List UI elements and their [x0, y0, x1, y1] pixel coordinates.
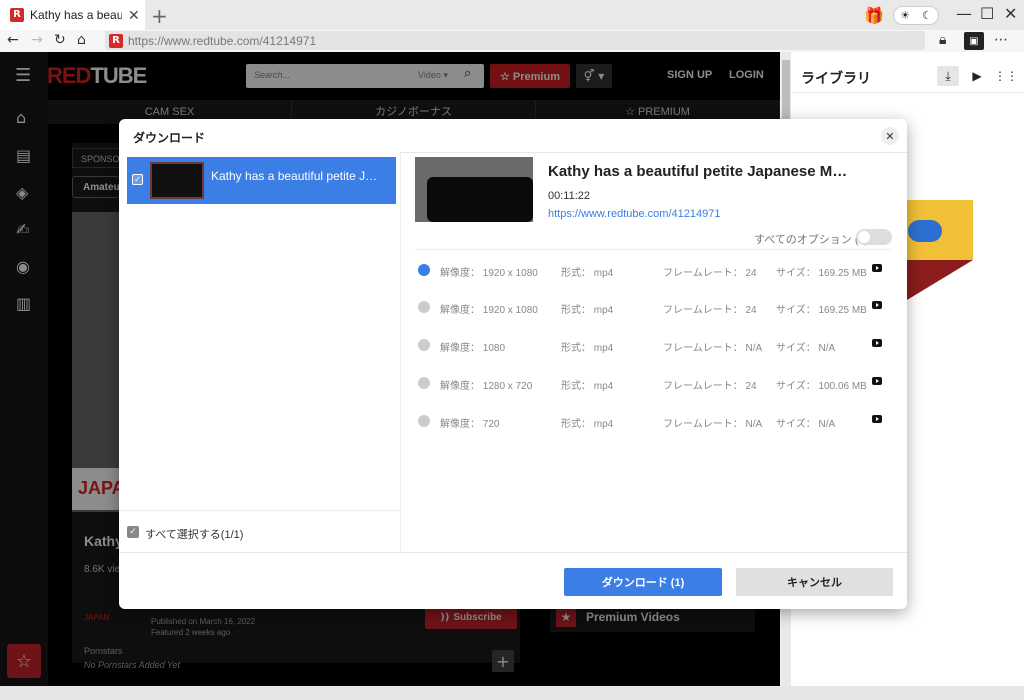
option-resolution: 解像度： 1920 x 1080 [440, 305, 538, 316]
library-title: ライブラリ [801, 70, 871, 86]
dialog-close-button[interactable]: ✕ [881, 127, 899, 145]
all-options-label: すべてのオプション (9) [754, 234, 869, 246]
browser-tab[interactable]: R Kathy has a beau ✕ [0, 0, 145, 30]
home-icon[interactable]: ⌂ [77, 32, 86, 48]
option-radio[interactable] [418, 377, 430, 389]
empty-library-illustration-accent [908, 220, 942, 242]
option-radio[interactable] [418, 301, 430, 313]
option-format: 形式： mp4 [561, 381, 614, 392]
option-radio[interactable] [418, 264, 430, 276]
option-resolution: 解像度： 720 [440, 419, 500, 430]
option-size: サイズ： 169.25 MB [776, 305, 867, 316]
download-icon[interactable]: ⤓ [937, 66, 959, 86]
sun-icon: ☀ [900, 9, 910, 22]
redtube-favicon-icon: R [10, 8, 24, 22]
select-all-checkbox[interactable]: ✓ [127, 526, 139, 538]
video-thumbnail [415, 157, 533, 222]
video-icon[interactable]: ▶ [966, 66, 988, 86]
browser-titlebar: R Kathy has a beau ✕ + 🎁 ☀ ☾ — ☐ ✕ [0, 0, 1024, 30]
download-button[interactable]: ダウンロード (1) [564, 568, 722, 596]
reload-icon[interactable]: ↻ [54, 32, 66, 48]
more-menu-icon[interactable]: ⋯ [994, 32, 1008, 48]
option-radio[interactable] [418, 339, 430, 351]
option-radio[interactable] [418, 415, 430, 427]
option-resolution: 解像度： 1080 [440, 343, 506, 354]
library-separator [791, 92, 1024, 93]
maximize-button[interactable]: ☐ [980, 4, 994, 23]
option-resolution: 解像度： 1280 x 720 [440, 381, 533, 392]
dialog-footer-separator [119, 552, 907, 553]
option-format: 形式： mp4 [561, 343, 614, 354]
queue-item-thumbnail [150, 162, 204, 199]
option-size: サイズ： 100.06 MB [776, 381, 867, 392]
tab-close-icon[interactable]: ✕ [128, 7, 140, 24]
moon-icon: ☾ [922, 9, 932, 22]
audio-icon[interactable]: ⋮⋮ [994, 66, 1018, 86]
forward-icon[interactable]: → [31, 32, 43, 48]
video-duration: 00:11:22 [548, 190, 591, 202]
select-all-row: ✓ すべて選択する(1/1) [119, 510, 401, 552]
status-bar [0, 686, 1024, 700]
format-option-row[interactable]: 解像度： 720 形式： mp4 フレームレート： N/A サイズ： N/A [415, 406, 891, 434]
back-icon[interactable]: ← [7, 32, 19, 48]
dialog-title: ダウンロード [133, 131, 206, 145]
option-size: サイズ： N/A [776, 343, 836, 354]
video-url-link[interactable]: https://www.redtube.com/41214971 [548, 208, 720, 220]
format-option-row[interactable]: 解像度： 1280 x 720 形式： mp4 フレームレート： 24 サイズ：… [415, 368, 891, 396]
tab-title: Kathy has a beau [30, 8, 122, 22]
options-separator [415, 249, 891, 250]
download-queue-list [119, 152, 401, 552]
option-size: サイズ： 169.25 MB [776, 268, 867, 279]
video-format-icon [872, 377, 882, 385]
new-tab-button[interactable]: + [151, 4, 168, 28]
scrollbar-thumb[interactable] [782, 60, 790, 122]
option-framerate: フレームレート： N/A [663, 419, 763, 430]
cancel-button[interactable]: キャンセル [736, 568, 893, 596]
close-window-button[interactable]: ✕ [1004, 4, 1017, 23]
video-format-icon [872, 339, 882, 347]
option-format: 形式： mp4 [561, 305, 614, 316]
video-format-icon [872, 264, 882, 272]
minimize-button[interactable]: — [956, 4, 972, 23]
format-option-row[interactable]: 解像度： 1920 x 1080 形式： mp4 フレームレート： 24 サイズ… [415, 255, 891, 283]
url-text: https://www.redtube.com/41214971 [128, 33, 317, 48]
queue-item-checkbox[interactable]: ✓ [132, 174, 143, 185]
gift-icon[interactable]: 🎁 [864, 6, 884, 26]
option-format: 形式： mp4 [561, 419, 614, 430]
option-resolution: 解像度： 1920 x 1080 [440, 268, 538, 279]
option-framerate: フレームレート： N/A [663, 343, 763, 354]
download-dialog: ダウンロード ✕ ✓ Kathy has a beautiful petite … [119, 119, 907, 609]
video-format-icon [872, 415, 882, 423]
option-framerate: フレームレート： 24 [663, 268, 757, 279]
extension-download-icon[interactable]: ▣ [964, 32, 984, 50]
option-framerate: フレームレート： 24 [663, 381, 757, 392]
lock-icon[interactable]: 🔒︎ [939, 32, 946, 48]
option-framerate: フレームレート： 24 [663, 305, 757, 316]
all-options-toggle[interactable] [856, 229, 892, 245]
url-input[interactable]: R https://www.redtube.com/41214971 [105, 31, 925, 50]
video-format-icon [872, 301, 882, 309]
queue-item-title: Kathy has a beautiful petite J… [211, 169, 378, 183]
theme-toggle[interactable]: ☀ ☾ [893, 6, 939, 25]
option-size: サイズ： N/A [776, 419, 836, 430]
option-format: 形式： mp4 [561, 268, 614, 279]
format-option-row[interactable]: 解像度： 1920 x 1080 形式： mp4 フレームレート： 24 サイズ… [415, 292, 891, 320]
queue-item[interactable]: ✓ Kathy has a beautiful petite J… [127, 157, 396, 204]
empty-library-illustration-shadow [907, 260, 973, 300]
redtube-favicon-icon: R [109, 33, 123, 48]
select-all-label[interactable]: すべて選択する(1/1) [145, 526, 243, 542]
format-option-row[interactable]: 解像度： 1080 形式： mp4 フレームレート： N/A サイズ： N/A [415, 330, 891, 358]
video-title: Kathy has a beautiful petite Japanese M… [548, 163, 848, 180]
